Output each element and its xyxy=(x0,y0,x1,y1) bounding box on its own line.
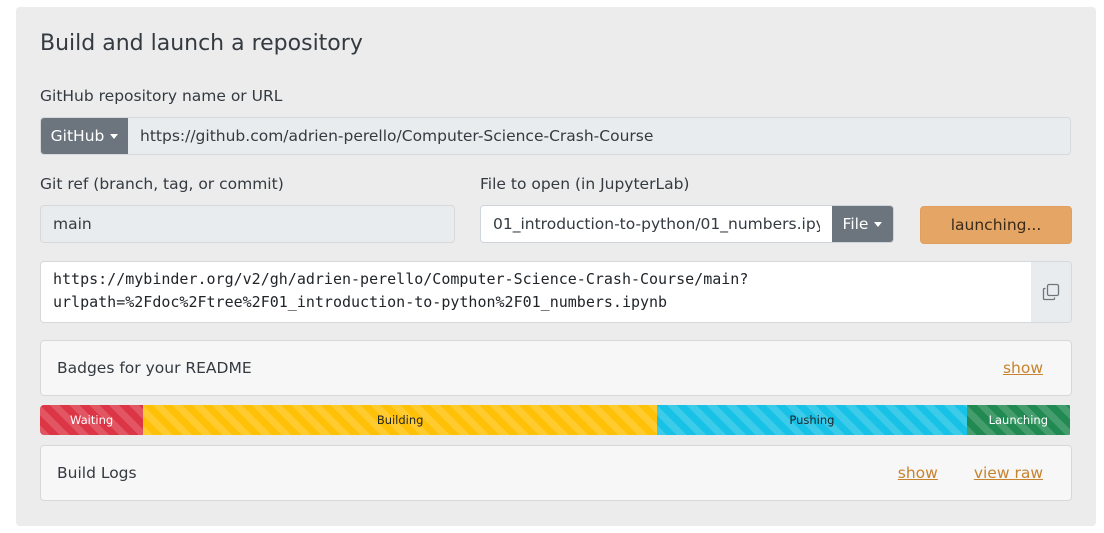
build-progress-bar: Waiting Building Pushing Launching xyxy=(40,405,1072,435)
binder-url-box: https://mybinder.org/v2/gh/adrien-perell… xyxy=(40,261,1072,323)
logs-show-link[interactable]: show xyxy=(898,464,938,482)
repo-input-group: GitHub xyxy=(40,117,1071,155)
progress-step-label: Building xyxy=(376,413,424,427)
repo-label: GitHub repository name or URL xyxy=(40,87,283,105)
file-label: File to open (in JupyterLab) xyxy=(480,175,690,193)
progress-step-label: Waiting xyxy=(70,413,114,427)
repo-url-input[interactable] xyxy=(128,118,1070,154)
file-input-group: File xyxy=(480,205,894,243)
binder-url-line-2: urlpath=%2Fdoc%2Ftree%2F01_introduction-… xyxy=(53,293,668,311)
caret-down-icon xyxy=(874,221,883,227)
provider-dropdown-button[interactable]: GitHub xyxy=(41,118,128,154)
file-type-dropdown-button[interactable]: File xyxy=(832,206,893,242)
badges-title: Badges for your README xyxy=(57,359,252,377)
file-path-input[interactable] xyxy=(481,206,832,242)
badges-card: Badges for your README show xyxy=(40,340,1072,396)
copy-url-button[interactable] xyxy=(1031,262,1071,322)
progress-step-label: Pushing xyxy=(789,413,835,427)
launch-button[interactable]: launching... xyxy=(920,206,1072,244)
progress-step-waiting: Waiting xyxy=(40,405,144,435)
caret-down-icon xyxy=(110,133,119,139)
copy-icon xyxy=(1042,283,1060,301)
git-ref-input[interactable] xyxy=(40,205,455,243)
build-logs-card: Build Logs show view raw xyxy=(40,445,1072,501)
provider-label: GitHub xyxy=(50,127,105,145)
binder-url-line-1: https://mybinder.org/v2/gh/adrien-perell… xyxy=(53,270,749,288)
progress-step-label: Launching xyxy=(988,413,1049,427)
progress-step-launching: Launching xyxy=(966,405,1070,435)
logs-view-raw-link[interactable]: view raw xyxy=(974,464,1043,482)
badges-show-link[interactable]: show xyxy=(1003,359,1043,377)
ref-label: Git ref (branch, tag, or commit) xyxy=(40,175,284,193)
page-title: Build and launch a repository xyxy=(40,31,363,56)
file-type-label: File xyxy=(842,215,869,233)
progress-step-pushing: Pushing xyxy=(657,405,967,435)
binder-url-text[interactable]: https://mybinder.org/v2/gh/adrien-perell… xyxy=(41,262,1031,322)
build-logs-title: Build Logs xyxy=(57,464,137,482)
progress-step-building: Building xyxy=(143,405,658,435)
build-panel: Build and launch a repository GitHub rep… xyxy=(16,7,1096,526)
